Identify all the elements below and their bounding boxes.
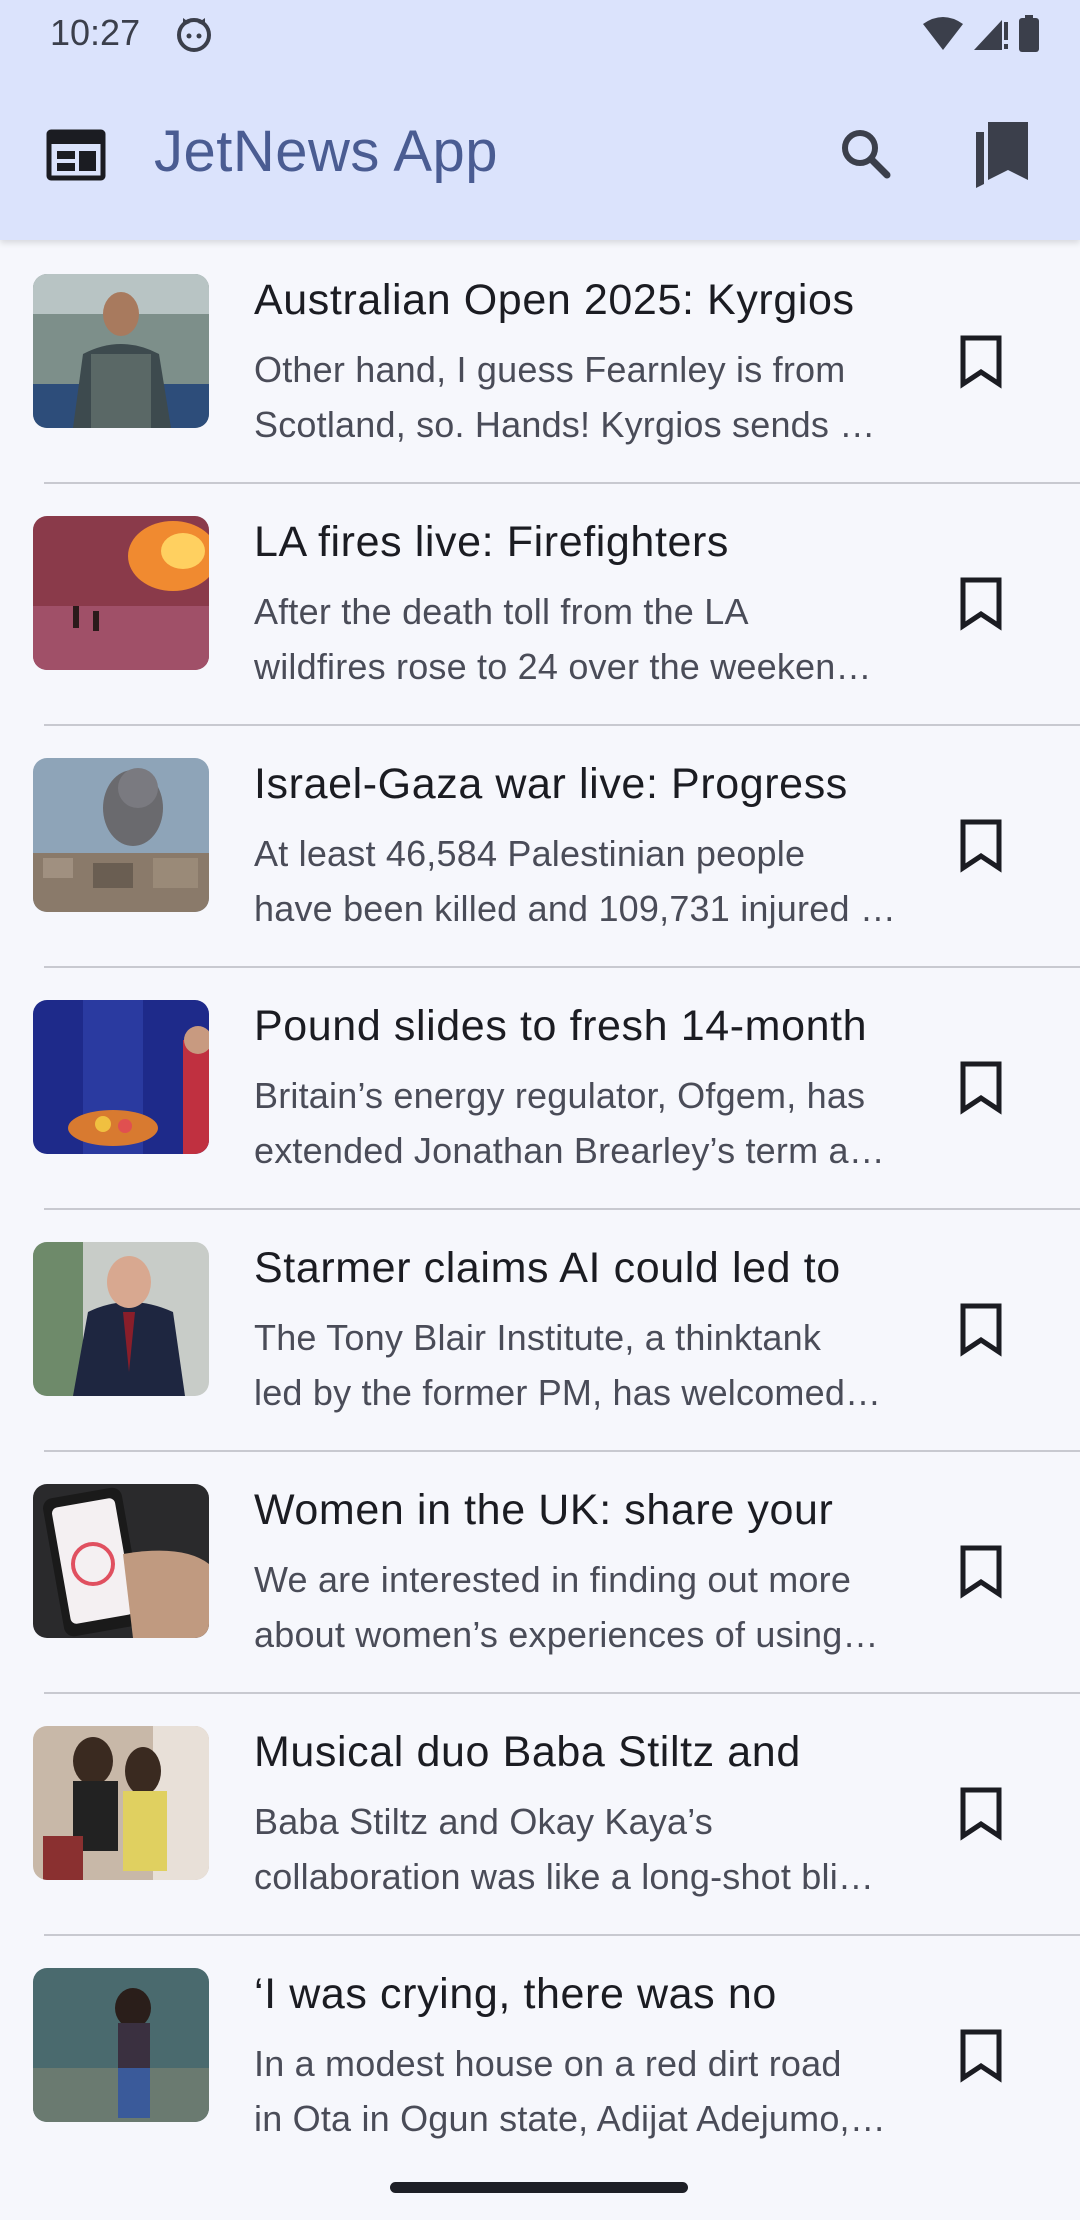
article-summary: We are interested in finding out more ab… — [254, 1559, 879, 1655]
news-icon[interactable] — [44, 123, 108, 187]
article-item[interactable]: Women in the UK: share your We are inter… — [0, 1452, 1080, 1694]
top-app-area: 10:27 JetNews App — [0, 0, 1080, 240]
article-thumbnail — [33, 1242, 209, 1396]
status-bar: 10:27 — [0, 0, 1080, 66]
article-item[interactable]: Australian Open 2025: Kyrgios Other hand… — [0, 242, 1080, 484]
app-bar: JetNews App — [0, 66, 1080, 240]
article-item[interactable]: Pound slides to fresh 14-month Britain’s… — [0, 968, 1080, 1210]
article-title: LA fires live: Firefighters — [254, 518, 730, 566]
article-item[interactable]: LA fires live: Firefighters After the de… — [0, 484, 1080, 726]
bookmark-icon[interactable] — [956, 1060, 1006, 1116]
article-item[interactable]: Israel-Gaza war live: Progress At least … — [0, 726, 1080, 968]
bookmark-icon[interactable] — [956, 334, 1006, 390]
article-thumbnail — [33, 516, 209, 670]
article-title: Pound slides to fresh 14-month — [254, 1002, 868, 1050]
article-list: Australian Open 2025: Kyrgios Other hand… — [0, 242, 1080, 2178]
article-summary: At least 46,584 Palestinian people have … — [254, 833, 897, 929]
search-icon[interactable] — [834, 122, 898, 186]
article-summary: Other hand, I guess Fearnley is from Sco… — [254, 349, 876, 445]
signal-icon — [974, 20, 1008, 50]
bookmark-icon[interactable] — [956, 576, 1006, 632]
app-title: JetNews App — [154, 119, 499, 184]
article-item[interactable]: Musical duo Baba Stiltz and Baba Stiltz … — [0, 1694, 1080, 1936]
bookmark-icon[interactable] — [956, 1786, 1006, 1842]
article-thumbnail — [33, 274, 209, 428]
article-summary: Britain’s energy regulator, Ofgem, has e… — [254, 1075, 885, 1171]
wifi-icon — [923, 17, 963, 50]
article-item[interactable]: Starmer claims AI could led to The Tony … — [0, 1210, 1080, 1452]
article-title: Starmer claims AI could led to — [254, 1244, 841, 1292]
article-summary: In a modest house on a red dirt road in … — [254, 2043, 886, 2139]
bookmarks-icon[interactable] — [970, 118, 1034, 190]
article-title: Israel-Gaza war live: Progress — [254, 760, 848, 808]
battery-icon — [1019, 15, 1039, 52]
article-thumbnail — [33, 758, 209, 912]
article-thumbnail — [33, 1968, 209, 2122]
article-thumbnail — [33, 1000, 209, 1154]
status-icons — [922, 14, 1040, 54]
status-time: 10:27 — [50, 12, 141, 53]
article-title: ‘I was crying, there was no — [254, 1970, 777, 2018]
article-summary: Baba Stiltz and Okay Kaya’s collaboratio… — [254, 1801, 875, 1897]
bookmark-icon[interactable] — [956, 818, 1006, 874]
home-gesture-bar[interactable] — [390, 2182, 688, 2193]
article-item[interactable]: ‘I was crying, there was no In a modest … — [0, 1936, 1080, 2178]
bookmark-icon[interactable] — [956, 1544, 1006, 1600]
article-summary: After the death toll from the LA wildfir… — [254, 591, 872, 687]
article-title: Musical duo Baba Stiltz and — [254, 1728, 801, 1776]
article-thumbnail — [33, 1726, 209, 1880]
article-title: Women in the UK: share your — [254, 1486, 834, 1534]
bookmark-icon[interactable] — [956, 1302, 1006, 1358]
article-summary: The Tony Blair Institute, a thinktank le… — [254, 1317, 882, 1413]
article-thumbnail — [33, 1484, 209, 1638]
cat-notification-icon — [177, 18, 211, 52]
bookmark-icon[interactable] — [956, 2028, 1006, 2084]
article-title: Australian Open 2025: Kyrgios — [254, 276, 855, 324]
